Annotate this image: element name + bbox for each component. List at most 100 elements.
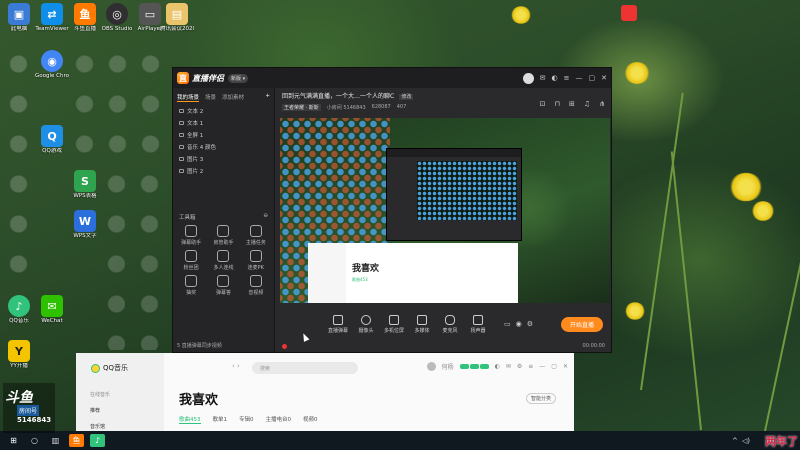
tab-radio[interactable]: 主播电台0	[266, 415, 292, 424]
user-name[interactable]: 何杨	[442, 362, 454, 371]
camera-icon	[361, 314, 371, 325]
microphone-button[interactable]: 麦克风	[436, 314, 464, 334]
visibility-icon[interactable]	[179, 157, 184, 161]
maximize-icon[interactable]: ▢	[589, 74, 596, 82]
desktop-icon-wps-sheet[interactable]: S WPS表格	[68, 170, 102, 199]
tab-add-material[interactable]: 添加素材	[222, 93, 244, 102]
taskbar-qqmusic-icon[interactable]: ♪	[90, 434, 105, 447]
tool-fan-club[interactable]: 粉丝团	[175, 250, 207, 271]
collapse-icon[interactable]: ⊖	[263, 213, 268, 221]
tool-pk[interactable]: 连麦PK	[240, 250, 272, 271]
vip-badges[interactable]	[459, 364, 489, 369]
close-icon[interactable]: ✕	[563, 363, 568, 370]
media-button[interactable]: 多媒体	[408, 314, 436, 334]
danmaku-button[interactable]: 直播弹幕	[324, 314, 352, 334]
desktop-icon-folder[interactable]: ▤ 腾讯会议2020...	[160, 3, 194, 32]
minimize-icon[interactable]: —	[576, 74, 583, 82]
tool-quiz[interactable]: 弹幕答	[207, 275, 239, 296]
tray-desktop-icon[interactable]	[621, 5, 637, 21]
smart-sort-button[interactable]: 智能分类	[525, 393, 556, 404]
add-icon[interactable]: +	[265, 93, 270, 102]
douyu-icon: 鱼	[74, 3, 96, 25]
search-input[interactable]: 搜索	[252, 362, 358, 374]
minimize-icon[interactable]: —	[539, 363, 545, 370]
desktop-icon-this-pc[interactable]: ▣ 此电脑	[2, 3, 36, 32]
teamviewer-icon: ⇄	[41, 3, 63, 25]
message-icon[interactable]: ✉	[540, 74, 546, 82]
desktop-icon-qqmusic[interactable]: ♪ QQ音乐	[2, 295, 36, 324]
tab-albums[interactable]: 专辑0	[239, 415, 254, 424]
tool-lottery[interactable]: 抽奖	[175, 275, 207, 296]
bell-icon[interactable]: ♫	[584, 100, 590, 108]
record-icon[interactable]: ▭	[504, 320, 511, 328]
tab-playlists[interactable]: 歌单1	[213, 415, 228, 424]
multi-cam-button[interactable]: 多机位屏	[380, 314, 408, 334]
chevron-up-icon[interactable]: ^	[732, 437, 738, 445]
mail-icon[interactable]: ✉	[506, 363, 511, 370]
tool-anchor-task[interactable]: 主播任务	[240, 225, 272, 246]
taskbar-douyu-icon[interactable]: 鱼	[69, 434, 84, 447]
tab-scenes[interactable]: 场景	[205, 93, 216, 102]
tool-room-admin[interactable]: 房管助手	[207, 225, 239, 246]
eye-icon[interactable]: ◉	[516, 320, 522, 328]
skin-icon[interactable]: ◐	[552, 74, 558, 82]
start-menu-icon[interactable]: ⊞	[6, 434, 21, 447]
user-avatar[interactable]	[426, 362, 436, 371]
status-bar: 00:00:00	[276, 340, 611, 352]
desktop-icon-wechat[interactable]: ✉ WeChat	[35, 295, 69, 324]
visibility-icon[interactable]	[179, 169, 184, 173]
screenshot-icon[interactable]: ⊡	[540, 100, 546, 108]
window-title-bar[interactable]: 直 直播伴侣 新版 ▾ ✉ ◐ ≡ — ▢ ✕	[173, 68, 611, 88]
category-badge[interactable]: 王者荣耀 · 斯斯	[282, 104, 321, 111]
nav-arrows[interactable]: ‹ ›	[232, 362, 240, 370]
lock-icon[interactable]: ⊓	[555, 100, 560, 108]
settings-icon[interactable]: ⚙	[527, 320, 533, 328]
tool-danmaku-helper[interactable]: 弹幕助手	[175, 225, 207, 246]
visibility-icon[interactable]	[179, 133, 184, 137]
menu-icon[interactable]: ≡	[564, 74, 570, 82]
tab-my-scenes[interactable]: 我的场景	[177, 93, 200, 102]
close-icon[interactable]: ✕	[601, 74, 607, 82]
scene-item[interactable]: 文本 2	[173, 105, 274, 117]
desktop-icon-qqgame[interactable]: Q QQ游戏	[35, 125, 69, 154]
search-icon[interactable]: ○	[27, 434, 42, 447]
maximize-icon[interactable]: ▢	[551, 363, 557, 370]
visibility-icon[interactable]	[179, 145, 184, 149]
tab-songs[interactable]: 歌曲453	[179, 415, 201, 424]
version-dropdown[interactable]: 新版 ▾	[228, 73, 249, 83]
settings-icon[interactable]: ⚙	[517, 363, 522, 370]
sidebar-item-music-hall[interactable]: 音乐馆	[90, 423, 105, 430]
visibility-icon[interactable]	[179, 121, 184, 125]
edit-title-button[interactable]: 修改	[399, 94, 414, 100]
room-title[interactable]: 回到元气满满直播，一个大…一个人的聊C	[282, 93, 394, 100]
volume-icon[interactable]: ◁)	[742, 437, 750, 445]
scene-item[interactable]: 音乐 4 颜色	[173, 141, 274, 153]
menu-icon[interactable]: ≡	[528, 363, 533, 370]
desktop-icon-douyu[interactable]: 鱼 斗鱼直播	[68, 3, 102, 32]
app-name: 直播伴侣	[192, 73, 224, 83]
task-icon	[249, 225, 262, 237]
scene-item[interactable]: 图片 3	[173, 153, 274, 165]
scene-item[interactable]: 文本 1	[173, 117, 274, 129]
scene-item[interactable]: 全屏 1	[173, 129, 274, 141]
camera-button[interactable]: 摄像头	[352, 314, 380, 334]
desktop-icon-teamviewer[interactable]: ⇄ TeamViewer	[35, 3, 69, 32]
desktop-icon-yy[interactable]: Y YY开播	[2, 340, 36, 369]
tool-multi-link[interactable]: 多人连线	[207, 250, 239, 271]
scene-item[interactable]: 图片 2	[173, 165, 274, 177]
task-view-icon[interactable]: ▥	[48, 434, 63, 447]
tool-av[interactable]: 音视频	[240, 275, 272, 296]
visibility-icon[interactable]	[179, 109, 184, 113]
start-stream-button[interactable]: 开始直播	[560, 316, 603, 332]
sidebar-item-recommend[interactable]: 推荐	[90, 407, 100, 414]
speaker-button[interactable]: 扬声器	[464, 314, 492, 334]
skin-icon[interactable]: ◐	[495, 363, 500, 370]
share-icon[interactable]: ⋔	[599, 100, 605, 108]
desktop-icon-obs[interactable]: ◎ OBS Studio	[100, 3, 134, 32]
desktop-icon-chrome[interactable]: ◉ Google Chrome	[35, 50, 69, 79]
tab-videos[interactable]: 视频0	[303, 415, 318, 424]
stream-preview[interactable]: 我喜欢 歌曲453	[280, 118, 610, 303]
desktop-icon-wps-doc[interactable]: W WPS文字	[68, 210, 102, 239]
layout-icon[interactable]: ⊞	[569, 100, 575, 108]
user-avatar[interactable]	[522, 72, 534, 84]
